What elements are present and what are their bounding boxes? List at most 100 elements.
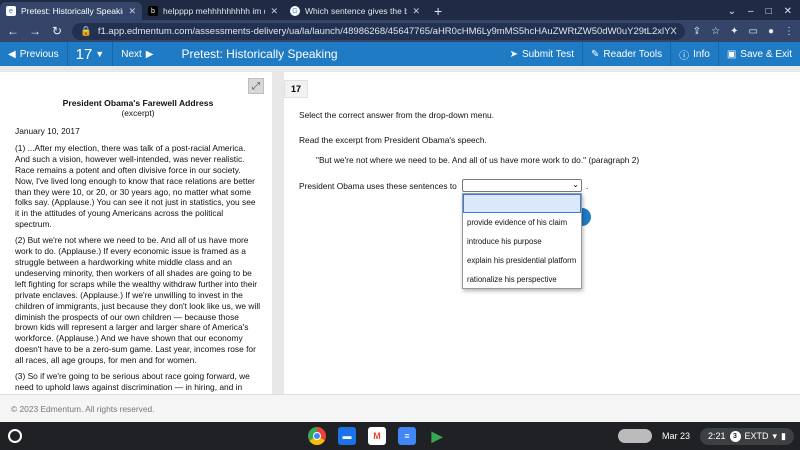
save-exit-label: Save & Exit (740, 48, 792, 60)
question-panel: 17 Select the correct answer from the dr… (284, 72, 800, 394)
info-icon: ⓘ (679, 50, 690, 62)
dropdown-options-list: provide evidence of his claim introduce … (462, 193, 582, 289)
save-exit-button[interactable]: ▣ Save & Exit (719, 42, 800, 66)
previous-circle-icon: ◀ (8, 48, 16, 60)
passage-title: President Obama's Farewell Address (62, 98, 214, 108)
chevron-down-icon: ⌄ (572, 180, 579, 189)
submit-label: Submit Test (521, 48, 575, 60)
save-icon: ▣ (726, 48, 737, 60)
passage-content: President Obama's Farewell Address (exce… (15, 98, 261, 394)
next-label: Next (121, 48, 142, 60)
browser-tab-strip: e Pretest: Historically Speaking ✕ b hel… (0, 0, 800, 20)
answer-dropdown[interactable]: ⌄ (462, 179, 582, 192)
browser-tab[interactable]: G Which sentence gives the best a ✕ (284, 2, 426, 20)
toolbar-actions: ➤ Submit Test ✎ Reader Tools ⓘ Info ▣ Sa… (502, 42, 800, 66)
tab-title: helpppp mehhhhhhhhh im drow (163, 6, 265, 16)
sidebar-icon[interactable]: ▭ (749, 26, 758, 37)
question-stem: President Obama uses these sentences to (299, 181, 457, 191)
wifi-icon: ▾ (772, 430, 778, 441)
maximize-icon[interactable]: □ (766, 6, 772, 17)
question-number: 17 (75, 45, 93, 63)
tab-title: Pretest: Historically Speaking (21, 6, 124, 16)
reader-tools-button[interactable]: ✎ Reader Tools (583, 42, 670, 66)
shelf-apps: ▬ M ≡ ▶ (308, 427, 446, 445)
submit-test-button[interactable]: ➤ Submit Test (502, 42, 582, 66)
passage-date: January 10, 2017 (15, 126, 80, 136)
launcher-icon[interactable] (8, 429, 22, 443)
browser-tab[interactable]: b helpppp mehhhhhhhhh im drow ✕ (142, 2, 284, 20)
gmail-icon[interactable]: M (368, 427, 386, 445)
passage-paragraph: (1) ...After my election, there was talk… (15, 142, 256, 230)
chrome-icon[interactable] (308, 427, 326, 445)
question-quote: "But we're not where we need to be. And … (316, 155, 640, 165)
reader-label: Reader Tools (603, 48, 663, 60)
close-tab-icon[interactable]: ✕ (128, 6, 136, 17)
expand-icon[interactable]: ⤢ (248, 78, 264, 94)
files-icon[interactable]: ▬ (338, 427, 356, 445)
copyright-text: © 2023 Edmentum. All rights reserved. (11, 403, 155, 414)
input-method: EXTD (744, 431, 769, 441)
info-label: Info (693, 48, 710, 60)
edmentum-favicon-icon: e (6, 6, 16, 16)
dropdown-option[interactable]: explain his presidential platform (463, 251, 581, 270)
dropdown-option[interactable]: rationalize his perspective (463, 270, 581, 289)
new-tab-button[interactable]: + (426, 2, 450, 20)
minimize-icon[interactable]: – (748, 6, 754, 17)
passage-panel: ⤢ President Obama's Farewell Address (ex… (0, 72, 272, 394)
url-field[interactable]: 🔒 f1.app.edmentum.com/assessments-delive… (72, 22, 685, 40)
google-favicon-icon: G (290, 6, 300, 16)
system-tray: Mar 23 2:21 3 EXTD ▾ ▮ (617, 427, 800, 445)
assessment-toolbar: ◀ Previous 17 ▼ Next ▶ Pretest: Historic… (0, 42, 800, 66)
share-icon[interactable]: ⇪ (693, 26, 701, 37)
tab-search-icon[interactable]: ⌄ (728, 6, 736, 17)
info-button[interactable]: ⓘ Info (671, 42, 718, 66)
passage-paragraph: (2) But we're not where we need to be. A… (15, 235, 261, 366)
dropdown-option-blank[interactable] (463, 194, 581, 213)
lock-icon: 🔒 (80, 25, 92, 37)
address-bar-row: ← → ↻ 🔒 f1.app.edmentum.com/assessments-… (0, 20, 800, 42)
page-footer: © 2023 Edmentum. All rights reserved. (0, 394, 800, 422)
holding-space-icon[interactable] (617, 429, 652, 443)
tab-title: Which sentence gives the best a (305, 6, 408, 16)
close-tab-icon[interactable]: ✕ (412, 6, 420, 17)
close-tab-icon[interactable]: ✕ (270, 6, 278, 17)
close-window-icon[interactable]: ✕ (784, 6, 792, 17)
question-prompt: Read the excerpt from President Obama's … (299, 135, 487, 145)
clock-time: 2:21 (707, 431, 726, 441)
passage-paragraph: (3) So if we're going to be serious abou… (15, 371, 250, 394)
stem-period: . (586, 181, 589, 191)
os-taskbar: ▬ M ≡ ▶ Mar 23 2:21 3 EXTD ▾ ▮ (0, 422, 800, 450)
brainly-favicon-icon: b (148, 6, 158, 16)
reload-icon[interactable]: ↻ (50, 24, 64, 38)
wrench-icon: ✎ (591, 48, 600, 60)
play-store-icon[interactable]: ▶ (428, 427, 446, 445)
dropdown-option[interactable]: provide evidence of his claim (463, 213, 581, 232)
bookmark-star-icon[interactable]: ☆ (711, 26, 720, 37)
url-text: f1.app.edmentum.com/assessments-delivery… (97, 25, 677, 37)
back-arrow-icon[interactable]: ← (6, 24, 20, 38)
browser-action-icons: ⇪ ☆ ✦ ▭ ● ⋮ (693, 26, 794, 37)
page-title: Pretest: Historically Speaking (181, 47, 338, 61)
extensions-icon[interactable]: ✦ (730, 26, 738, 37)
forward-arrow-icon[interactable]: → (28, 24, 42, 38)
next-button[interactable]: Next ▶ (113, 42, 161, 66)
browser-tab-active[interactable]: e Pretest: Historically Speaking ✕ (0, 2, 142, 20)
question-instruction: Select the correct answer from the drop-… (299, 110, 495, 120)
passage-subtitle: (excerpt) (121, 108, 155, 118)
submit-icon: ➤ (509, 48, 518, 60)
question-number-badge: 17 (284, 80, 308, 98)
profile-icon[interactable]: ● (768, 26, 774, 37)
chevron-down-icon: ▼ (95, 49, 105, 59)
notification-badge: 3 (729, 430, 741, 442)
window-controls: ⌄ – □ ✕ (728, 2, 800, 20)
previous-button[interactable]: ◀ Previous (0, 42, 67, 66)
next-circle-icon: ▶ (145, 48, 154, 60)
dropdown-option[interactable]: introduce his purpose (463, 232, 581, 251)
previous-label: Previous (19, 48, 59, 60)
menu-icon[interactable]: ⋮ (784, 26, 794, 37)
tray-date[interactable]: Mar 23 (662, 431, 690, 441)
status-area[interactable]: 2:21 3 EXTD ▾ ▮ (699, 427, 794, 445)
question-number-select[interactable]: 17 ▼ (68, 42, 113, 66)
battery-icon: ▮ (781, 430, 786, 441)
docs-icon[interactable]: ≡ (398, 427, 416, 445)
